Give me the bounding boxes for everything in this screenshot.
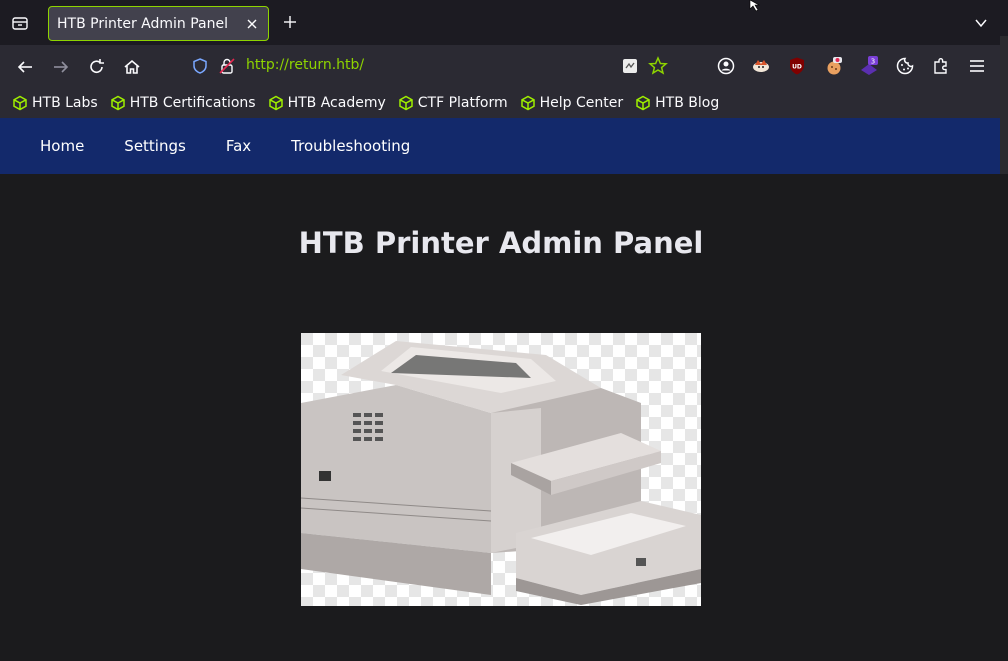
extensions-puzzle-icon[interactable]	[931, 56, 951, 76]
side-window-edge	[1000, 36, 1008, 186]
ublock-label: UD	[792, 64, 802, 71]
site-navbar: Home Settings Fax Troubleshooting	[0, 118, 1008, 174]
bookmark-label: HTB Blog	[655, 95, 720, 111]
reload-icon[interactable]	[87, 57, 107, 77]
tab-bar: HTB Printer Admin Panel	[0, 0, 1008, 45]
bookmark-label: HTB Labs	[32, 95, 98, 111]
browser-chrome: HTB Printer Admin Panel http://return.ht…	[0, 0, 1008, 186]
cookie-editor-icon[interactable]	[824, 56, 844, 76]
back-arrow-icon[interactable]	[15, 57, 35, 77]
bookmarks-toolbar: HTB Labs HTB Certifications HTB Academy …	[0, 88, 1008, 118]
close-icon[interactable]	[244, 16, 260, 32]
bookmark-label: HTB Certifications	[129, 95, 256, 111]
account-icon[interactable]	[716, 56, 736, 76]
htb-cube-icon	[399, 95, 413, 111]
bookmark-label: CTF Platform	[417, 95, 508, 111]
bookmark-label: Help Center	[539, 95, 624, 111]
plus-icon[interactable]	[282, 14, 298, 30]
mouse-cursor-icon	[749, 0, 761, 12]
url-scheme: http://	[246, 57, 289, 73]
tab-title: HTB Printer Admin Panel	[57, 15, 228, 32]
chevron-down-icon[interactable]	[974, 16, 988, 30]
tab-active[interactable]: HTB Printer Admin Panel	[48, 6, 269, 41]
menu-icon[interactable]	[967, 56, 987, 76]
tab-list-icon[interactable]	[10, 13, 30, 33]
htb-cube-icon	[268, 95, 283, 111]
htb-cube-icon	[13, 95, 27, 111]
bookmark-help-center[interactable]: Help Center	[520, 95, 624, 111]
navigation-toolbar: http://return.htb/ UD 3	[0, 45, 1008, 88]
url-path: /	[359, 57, 365, 73]
bookmark-htb-labs[interactable]: HTB Labs	[12, 95, 98, 111]
ublock-origin-icon[interactable]: UD	[787, 56, 807, 76]
foxyproxy-icon[interactable]	[751, 56, 771, 76]
htb-cube-icon	[520, 95, 535, 111]
cookie-icon[interactable]	[895, 56, 915, 76]
bookmark-label: HTB Academy	[287, 95, 386, 111]
url-text[interactable]: http://return.htb/	[246, 57, 364, 73]
extension-badge-count: 3	[871, 57, 875, 65]
star-icon[interactable]	[648, 56, 668, 76]
extension-badge-icon[interactable]: 3	[859, 56, 879, 76]
page-content: HTB Printer Admin Panel	[0, 174, 1008, 661]
printer-illustration	[301, 333, 701, 606]
reader-view-icon[interactable]	[620, 56, 640, 76]
nav-troubleshooting[interactable]: Troubleshooting	[291, 137, 410, 155]
htb-cube-icon	[110, 95, 125, 111]
nav-fax[interactable]: Fax	[226, 137, 251, 155]
url-host: return.htb	[288, 57, 360, 73]
shield-icon[interactable]	[191, 57, 209, 75]
insecure-lock-icon[interactable]	[218, 57, 236, 75]
home-icon[interactable]	[122, 57, 142, 77]
bookmark-ctf-platform[interactable]: CTF Platform	[398, 95, 508, 111]
bookmark-htb-blog[interactable]: HTB Blog	[635, 95, 719, 111]
url-bar[interactable]: http://return.htb/	[180, 49, 690, 83]
forward-arrow-icon[interactable]	[51, 57, 71, 77]
nav-settings[interactable]: Settings	[124, 137, 186, 155]
bookmark-htb-certifications[interactable]: HTB Certifications	[110, 95, 256, 111]
htb-cube-icon	[636, 95, 650, 111]
bookmark-htb-academy[interactable]: HTB Academy	[268, 95, 386, 111]
nav-home[interactable]: Home	[40, 137, 84, 155]
page-title: HTB Printer Admin Panel	[298, 226, 704, 260]
